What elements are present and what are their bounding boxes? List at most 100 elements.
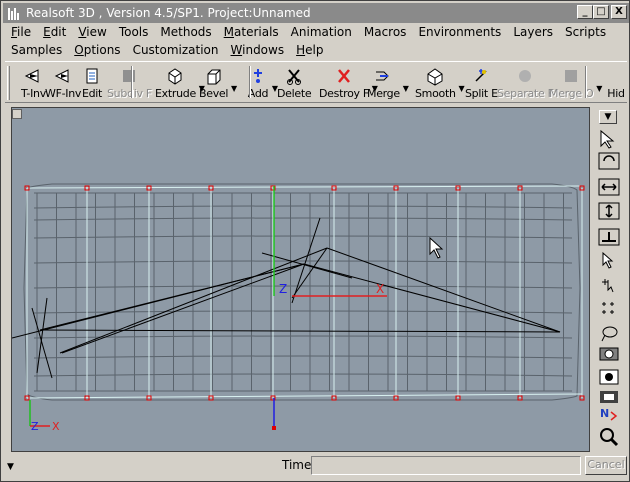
close-button[interactable]: X [611, 5, 627, 19]
bevel-icon [203, 66, 225, 86]
subdiv-icon [118, 66, 140, 86]
mouse-cursor-icon [429, 236, 444, 259]
tool-delete-button[interactable]: Delete [277, 64, 312, 102]
minimize-button[interactable]: _ [577, 5, 593, 19]
window-title: Realsoft 3D , Version 4.5/SP1. Project:U… [26, 6, 311, 20]
scroll-down-arrow-icon[interactable]: ▼ [7, 462, 14, 472]
menu-edit[interactable]: Edit [37, 25, 72, 39]
tool-subdiv-f-button[interactable]: Subdiv F [107, 64, 152, 102]
menu-environments[interactable]: Environments [412, 25, 507, 39]
edit-icon [81, 66, 103, 86]
t-inv-icon [22, 66, 44, 86]
lasso-icon[interactable] [596, 322, 622, 344]
menu-layers[interactable]: Layers [507, 25, 559, 39]
delete-icon [283, 66, 305, 86]
separate-icon [514, 66, 536, 86]
menu-customization[interactable]: Customization [127, 43, 225, 57]
tool-split-e-button[interactable]: Split E [465, 64, 498, 102]
smooth-icon [424, 66, 446, 86]
tool-label: Subdiv F [107, 87, 152, 100]
tool-label: Split E [465, 87, 498, 100]
scale-horizontal-icon[interactable] [596, 176, 622, 198]
viewport-canvas[interactable]: Z XZ X [12, 108, 590, 452]
view-tools-column: ▼ N [592, 108, 626, 453]
gizmo-z-label: Z [31, 420, 39, 433]
merge-icon [372, 66, 394, 86]
tool-dropdown-arrow-icon[interactable]: ▼ [459, 84, 465, 93]
toolbar-grip[interactable] [7, 66, 10, 100]
title-bar[interactable]: Realsoft 3D , Version 4.5/SP1. Project:U… [3, 3, 629, 23]
zoom-icon[interactable] [596, 426, 622, 448]
cage-bottom-edge [26, 393, 583, 399]
mesh-outline [23, 183, 581, 401]
menu-scripts[interactable]: Scripts [559, 25, 612, 39]
split-icon [470, 66, 492, 86]
menu-animation[interactable]: Animation [285, 25, 358, 39]
tool-destroy-f-button[interactable]: Destroy F ▼ [319, 64, 378, 102]
application-window: Realsoft 3D , Version 4.5/SP1. Project:U… [0, 0, 630, 482]
camera-icon[interactable] [596, 342, 622, 364]
toolbar-separator [131, 66, 133, 98]
hide-icon [605, 66, 627, 86]
scene-light-line [326, 247, 561, 333]
menu-file[interactable]: File [5, 25, 37, 39]
navigation-icon[interactable]: N [596, 404, 622, 426]
scene-light-line [61, 263, 305, 354]
tool-merge-button[interactable]: Merge ▼ [367, 64, 409, 102]
menu-materials[interactable]: Materials [218, 25, 285, 39]
tool-dropdown-arrow-icon[interactable]: ▼ [231, 84, 237, 93]
tool-label: Bevel [199, 87, 229, 100]
tool-label: Delete [277, 87, 312, 100]
select-arrow-icon[interactable] [596, 128, 622, 150]
tool-smooth-button[interactable]: Smooth ▼ [415, 64, 465, 102]
scale-vertical-icon[interactable] [596, 200, 622, 222]
object-z-axis-label: Z [279, 282, 287, 296]
maximize-button[interactable]: □ [593, 5, 609, 19]
tool-extrude-button[interactable]: Extrude ▼ [155, 64, 205, 102]
menu-windows[interactable]: Windows [225, 43, 291, 57]
tool-label: Smooth [415, 87, 456, 100]
rotate-view-icon[interactable] [596, 150, 622, 172]
tool-hid-button[interactable]: Hid [605, 64, 627, 102]
tool-label: Extrude [155, 87, 196, 100]
tool-dropdown-arrow-icon[interactable]: ▼ [403, 84, 409, 93]
tool-t-inv-button[interactable]: T-Inv [21, 64, 46, 102]
tool-label: T-Inv [21, 87, 46, 100]
tool-label: WF-Inv [45, 87, 82, 100]
tool-dropdown-arrow-icon[interactable]: ▼ [596, 84, 602, 93]
tool-label: Hid [607, 87, 625, 100]
svg-text:N: N [600, 407, 609, 420]
realsoft-app-icon[interactable] [6, 5, 22, 21]
menu-samples[interactable]: Samples [5, 43, 68, 57]
multi-point-icon[interactable] [596, 298, 622, 320]
pointer-icon[interactable] [596, 250, 622, 272]
tool-separate-f-button[interactable]: Separate F [497, 64, 554, 102]
menu-tools[interactable]: Tools [113, 25, 155, 39]
extrude-icon [164, 66, 186, 86]
destroy-icon [333, 66, 355, 86]
menu-macros[interactable]: Macros [358, 25, 413, 39]
wireframe-viewport[interactable]: ZXZX [11, 107, 590, 452]
tool-label: Edit [81, 87, 103, 100]
toolbar-separator [249, 66, 251, 98]
add-point-icon[interactable] [596, 274, 622, 296]
time-input[interactable] [311, 456, 581, 475]
toolbar-separator [585, 66, 587, 98]
tool-edit-button[interactable]: Edit [81, 64, 103, 102]
tool-wf-inv-button[interactable]: WF-Inv [45, 64, 81, 102]
move-view-icon[interactable] [596, 226, 622, 248]
tool-bevel-button[interactable]: Bevel ▼ [199, 64, 237, 102]
viewport-close-icon[interactable] [12, 109, 22, 119]
scene-light-line [36, 297, 48, 374]
menu-help[interactable]: Help [290, 43, 329, 57]
menu-options[interactable]: Options [68, 43, 126, 57]
toolbar: T-Inv WF-Inv Edit Subdiv F Extrude ▼ Bevel ▼ Add… [5, 61, 627, 103]
light-icon[interactable] [596, 366, 622, 388]
status-bar: ▼ Time: Cancel [5, 455, 627, 477]
tool-label: Merge [367, 87, 400, 100]
view-tools-dropdown[interactable]: ▼ [599, 110, 617, 124]
menu-methods[interactable]: Methods [154, 25, 217, 39]
cancel-button[interactable]: Cancel [585, 456, 627, 475]
menu-view[interactable]: View [72, 25, 112, 39]
menu-bar-row-1: File Edit View Tools Methods Materials Animati… [5, 23, 612, 41]
